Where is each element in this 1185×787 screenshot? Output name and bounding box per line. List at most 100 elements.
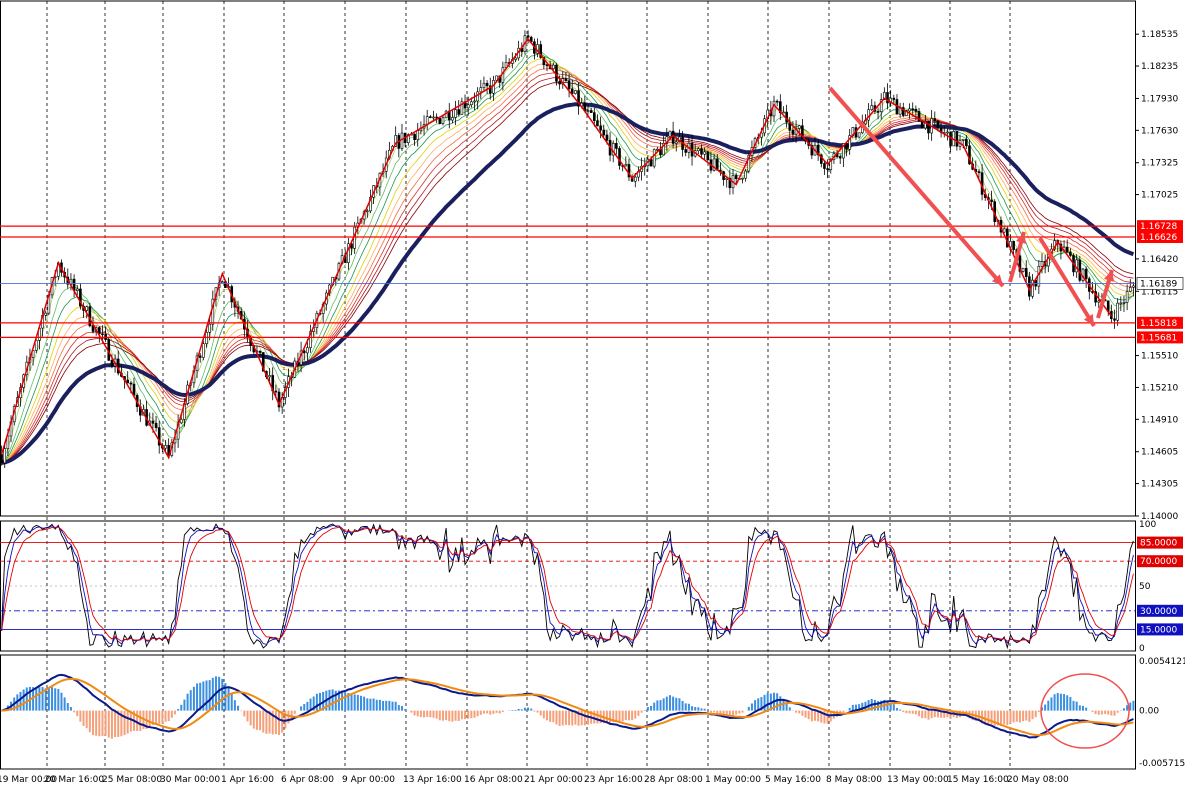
macd-bar	[221, 678, 224, 711]
annotation-circle	[1040, 673, 1130, 749]
macd-bar	[549, 710, 552, 722]
candle	[633, 176, 637, 182]
macd-bar	[848, 707, 851, 711]
macd-tick-label: -0.0057156	[1139, 759, 1185, 769]
candle	[592, 112, 596, 122]
macd-bar	[1047, 700, 1050, 711]
candle	[485, 82, 489, 87]
macd-bar	[69, 707, 72, 711]
macd-bar	[668, 695, 671, 711]
macd-bar	[319, 692, 322, 711]
macd-bar	[675, 697, 678, 711]
x-tick-label: 16 Apr 08:00	[464, 775, 523, 785]
y-tick-label: 1.15510	[1141, 352, 1178, 362]
macd-bar	[804, 710, 807, 718]
macd-bar	[949, 710, 952, 719]
macd-bar	[460, 710, 463, 720]
macd-bar	[738, 710, 741, 714]
macd-bar	[300, 706, 303, 711]
candle	[927, 121, 930, 134]
candle	[933, 118, 937, 122]
macd-bar	[54, 688, 57, 711]
candle	[432, 116, 435, 119]
candle	[911, 108, 915, 111]
macd-bar	[713, 710, 716, 713]
candle	[652, 149, 656, 167]
macd-bar	[47, 688, 50, 711]
candle	[618, 148, 621, 166]
macd-bar	[754, 700, 757, 711]
macd-bar	[473, 710, 476, 718]
macd-bar	[303, 704, 306, 711]
macd-bar	[766, 692, 769, 711]
candle	[1040, 261, 1044, 267]
macd-bar	[385, 700, 388, 711]
macd-bar	[527, 707, 530, 711]
macd-bar	[1081, 705, 1084, 711]
macd-bar	[432, 710, 435, 718]
macd-bar	[930, 710, 933, 719]
forex-chart[interactable]: 19 Mar 00:0020 Mar 16:0025 Mar 08:0030 M…	[0, 0, 1185, 787]
stochastic-tick-label: 100	[1139, 520, 1156, 530]
candle	[526, 35, 530, 38]
macd-bar	[170, 710, 173, 718]
macd-bar	[653, 702, 656, 711]
x-tick-label: 25 Mar 08:00	[102, 775, 162, 785]
x-tick-label: 1 May 00:00	[705, 775, 761, 785]
macd-bar	[580, 710, 583, 726]
candle	[936, 120, 940, 129]
macd-bar	[927, 710, 930, 720]
macd-bar	[1091, 710, 1094, 712]
candle	[703, 151, 706, 155]
candle	[558, 81, 561, 85]
macd-bar	[1094, 710, 1097, 715]
price-level-label: 1.15818	[1140, 319, 1177, 329]
macd-signal-line	[1, 677, 1134, 737]
macd-bar	[536, 710, 539, 713]
macd-bar	[1132, 700, 1135, 711]
macd-bar	[700, 708, 703, 711]
macd-bar	[359, 695, 362, 711]
x-tick-label: 30 Mar 00:00	[160, 775, 220, 785]
macd-bar	[382, 700, 385, 711]
macd-bar	[262, 710, 265, 733]
x-tick-label: 28 Apr 08:00	[644, 775, 703, 785]
macd-bar	[921, 710, 924, 719]
macd-bar	[76, 710, 79, 717]
macd-bar	[609, 710, 612, 725]
candle	[306, 347, 309, 354]
macd-bar	[445, 710, 448, 721]
macd-bar	[51, 687, 54, 711]
candle	[1128, 287, 1132, 292]
macd-bar	[732, 710, 735, 716]
macd-bar	[470, 710, 473, 719]
macd-bar	[22, 689, 25, 711]
candle	[514, 57, 517, 60]
macd-bar	[123, 710, 126, 736]
ma-line	[1, 53, 1134, 464]
macd-bar	[918, 710, 921, 717]
x-tick-label: 8 May 08:00	[826, 775, 882, 785]
macd-bar	[489, 710, 492, 715]
macd-bar	[413, 710, 416, 716]
y-tick-label: 1.14605	[1141, 448, 1178, 458]
macd-bar	[110, 710, 113, 739]
macd-bar	[564, 710, 567, 725]
candle	[268, 375, 271, 378]
macd-bar	[394, 701, 397, 711]
macd-bar	[1072, 700, 1075, 711]
ma-line	[1, 58, 1134, 464]
candle	[656, 148, 659, 151]
macd-bar	[498, 710, 501, 714]
candle	[1012, 241, 1015, 250]
macd-bar	[697, 707, 700, 711]
x-tick-label: 21 Apr 00:00	[524, 775, 583, 785]
macd-bar	[691, 706, 694, 711]
macd-bar	[555, 710, 558, 725]
macd-bar	[1028, 710, 1031, 722]
candle	[3, 448, 7, 464]
macd-bar	[810, 710, 813, 722]
macd-bar	[1063, 693, 1066, 711]
macd-bar	[905, 710, 908, 714]
x-tick-label: 20 May 08:00	[1007, 775, 1069, 785]
